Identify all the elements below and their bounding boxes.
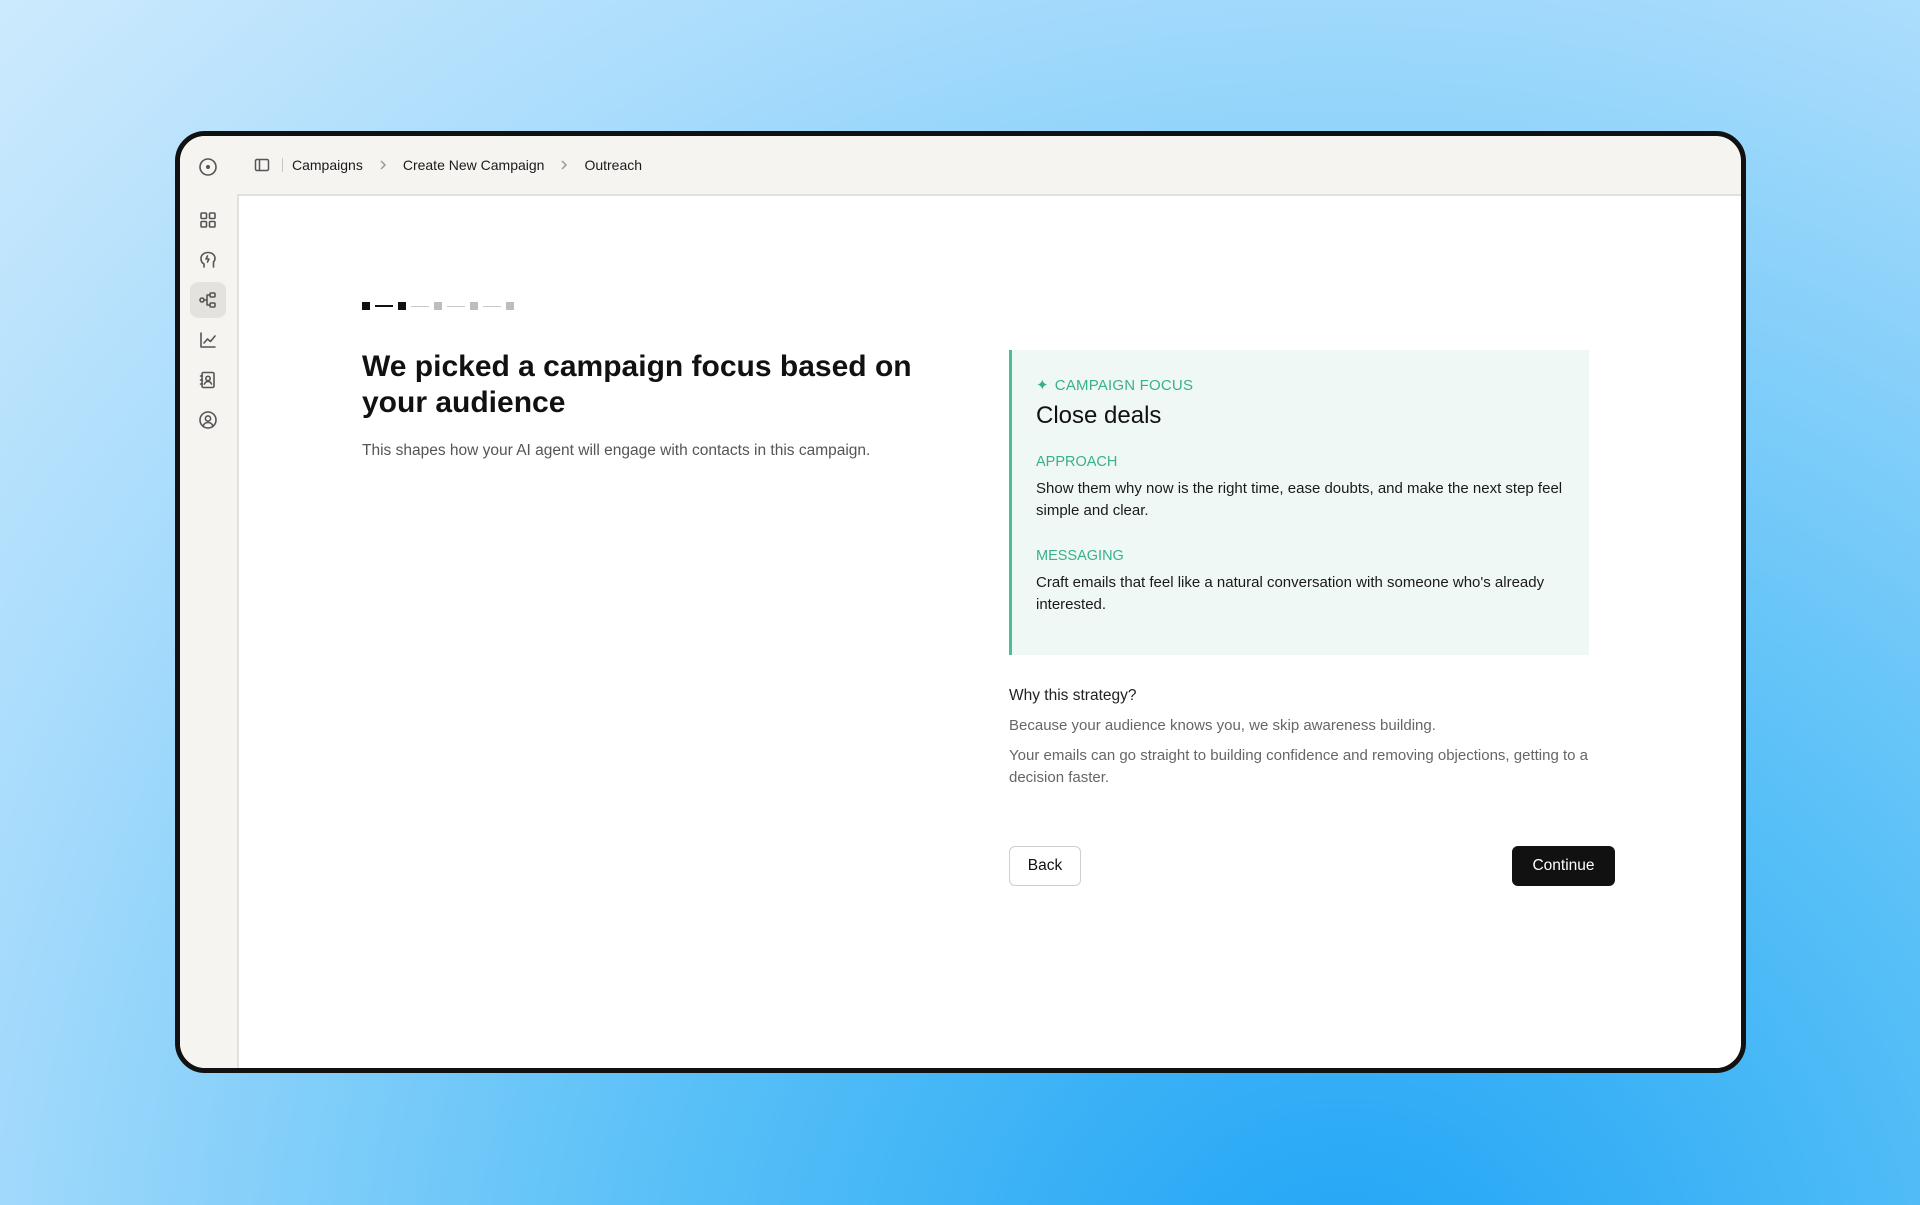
campaign-focus-tag: ✦ CAMPAIGN FOCUS [1036,376,1565,395]
analytics-icon[interactable] [190,322,226,358]
messaging-text: Craft emails that feel like a natural co… [1036,574,1545,613]
step-marker [434,302,442,310]
breadcrumb-campaigns[interactable]: Campaigns [292,157,363,173]
step-connector [411,305,429,307]
ai-brain-icon[interactable] [190,242,226,278]
main-content: We picked a campaign focus based on your… [237,194,1741,1068]
why-paragraph: Because your audience knows you, we skip… [1009,717,1436,734]
why-paragraph: Your emails can go straight to building … [1009,747,1588,786]
step-marker [398,302,406,310]
sidebar-toggle-icon[interactable] [254,156,272,174]
campaign-focus-label: CAMPAIGN FOCUS [1054,376,1194,394]
chevron-right-icon [377,159,389,171]
dashboard-icon[interactable] [190,202,226,238]
continue-button[interactable]: Continue [1512,846,1615,886]
step-connector [483,305,501,307]
top-bar: Campaigns Create New Campaign Outreach [236,136,1741,194]
campaign-focus-title: Close deals [1036,402,1162,429]
back-button[interactable]: Back [1009,846,1081,886]
breadcrumb-create-new-campaign[interactable]: Create New Campaign [403,157,545,173]
step-connector [375,305,393,307]
profile-icon[interactable] [190,402,226,438]
workflow-icon[interactable] [190,282,226,318]
step-marker [506,302,514,310]
breadcrumb-outreach: Outreach [584,157,643,173]
page-subtitle: This shapes how your AI agent will engag… [362,442,871,459]
logo-icon[interactable] [190,149,226,185]
strategy-explanation: Why this strategy? Because your audience… [1009,687,1589,797]
sidebar-rail [180,136,236,1068]
app-window: Campaigns Create New Campaign Outreach W… [175,131,1746,1073]
step-marker [362,302,370,310]
step-marker [470,302,478,310]
approach-text: Show them why now is the right time, eas… [1036,480,1563,519]
page-title: We picked a campaign focus based on your… [362,350,912,419]
campaign-focus-card: ✦ CAMPAIGN FOCUS Close deals APPROACH Sh… [1009,350,1589,655]
approach-label: APPROACH [1036,454,1118,470]
why-title: Why this strategy? [1009,687,1137,704]
divider [282,158,283,172]
chevron-right-icon [558,159,570,171]
sparkle-icon: ✦ [1036,377,1049,394]
contacts-icon[interactable] [190,362,226,398]
messaging-label: MESSAGING [1036,548,1124,564]
step-progress [362,302,514,310]
step-connector [447,305,465,307]
